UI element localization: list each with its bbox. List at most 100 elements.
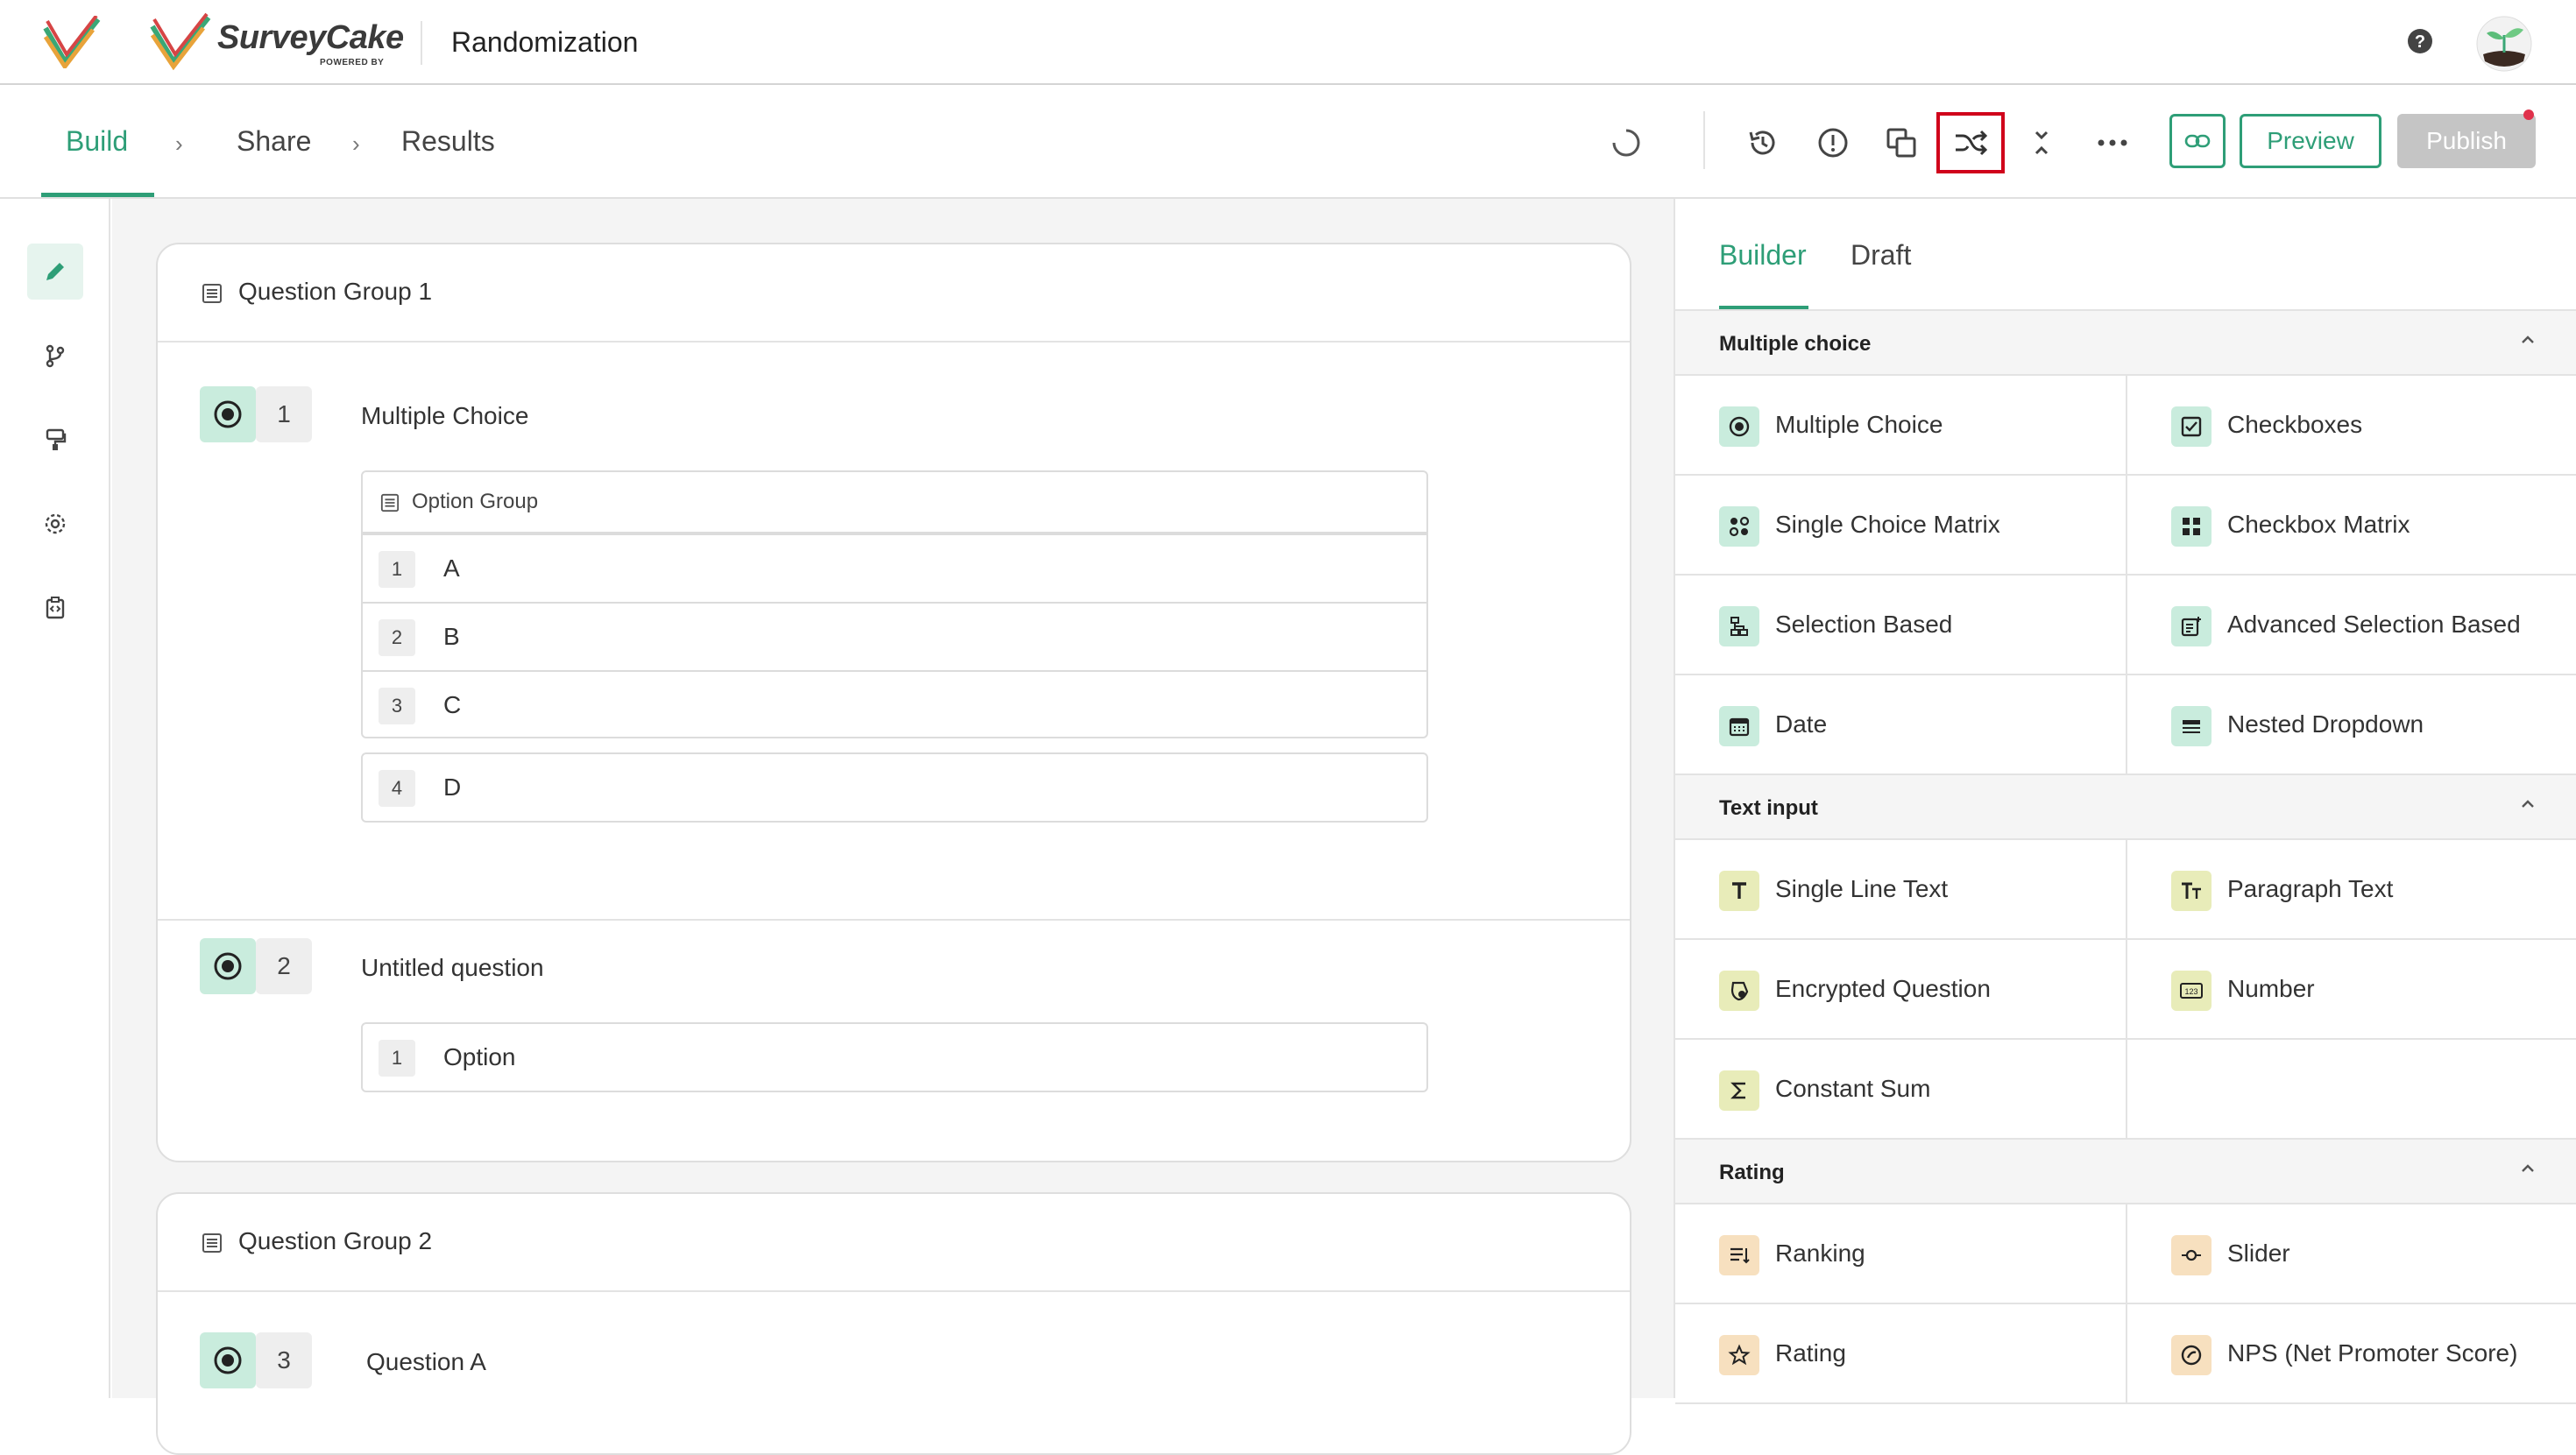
chevron-up-icon[interactable]	[2518, 1159, 2537, 1178]
more-icon[interactable]	[2090, 120, 2135, 166]
slider-icon	[2171, 1235, 2212, 1275]
chevron-up-icon[interactable]	[2518, 795, 2537, 814]
question-title[interactable]: Multiple Choice	[361, 402, 528, 430]
advanced-list-icon	[2171, 606, 2212, 646]
rail-embed[interactable]	[27, 580, 83, 636]
option-text: C	[443, 691, 462, 718]
help-icon[interactable]: ?	[2407, 28, 2433, 54]
question-title[interactable]: Untitled question	[361, 954, 544, 982]
question-type-item[interactable]: Paragraph Text	[2126, 840, 2576, 940]
question-type-label: Ranking	[1775, 1240, 1865, 1267]
pencil-icon	[46, 263, 64, 280]
radio-type-icon	[200, 386, 256, 442]
question-type-label: Checkbox Matrix	[2227, 511, 2410, 538]
question-type-item[interactable]: Multiple Choice	[1675, 376, 2126, 476]
option-row[interactable]: 1 A	[363, 533, 1426, 602]
chevron-right-icon: ›	[352, 131, 360, 157]
question-type-label: Selection Based	[1775, 611, 1953, 638]
option-box[interactable]: 1 Option	[361, 1022, 1428, 1092]
rail-edit[interactable]	[27, 244, 83, 300]
collapse-icon[interactable]	[2019, 120, 2064, 166]
surveycake-logo-icon[interactable]	[42, 16, 102, 68]
top-header: SurveyCake POWERED BY Randomization ?	[0, 0, 2576, 85]
question-group-header[interactable]: Question Group 1	[158, 244, 1630, 343]
question-title[interactable]: Question A	[366, 1348, 486, 1376]
question-type-item[interactable]: Encrypted Question	[1675, 940, 2126, 1040]
question-type-item[interactable]: Single Line Text	[1675, 840, 2126, 940]
sigma-icon	[1719, 1070, 1759, 1111]
notification-dot	[2523, 109, 2534, 120]
step-share[interactable]: Share	[237, 125, 311, 158]
question-type-item[interactable]: Nested Dropdown	[2126, 675, 2576, 775]
alert-icon[interactable]	[1810, 120, 1856, 166]
question-divider	[158, 919, 1630, 921]
question-type-label: Number	[2227, 975, 2315, 1002]
chevron-up-icon[interactable]	[2518, 330, 2537, 350]
question-type-label: Checkboxes	[2227, 411, 2363, 438]
section-multiple-choice[interactable]: Multiple choice	[1675, 309, 2576, 376]
step-results[interactable]: Results	[401, 125, 495, 158]
brand-name: SurveyCake	[217, 19, 404, 56]
left-rail	[0, 199, 110, 1398]
question-type-item[interactable]: Constant Sum	[1675, 1040, 2126, 1140]
rail-logic[interactable]	[27, 328, 83, 384]
question-type-label: Date	[1775, 710, 1828, 738]
option-group-box[interactable]: Option Group 1 A 2 B 3 C	[361, 470, 1428, 738]
question-group-header[interactable]: Question Group 2	[158, 1194, 1630, 1292]
branch-icon	[46, 344, 65, 368]
publish-button[interactable]: Publish	[2397, 114, 2536, 168]
lock-shield-icon	[1719, 971, 1759, 1011]
step-build[interactable]: Build	[66, 125, 128, 158]
option-group-header: Option Group	[363, 472, 1426, 533]
shuffle-icon[interactable]	[1948, 120, 1993, 166]
question-type-item[interactable]: Checkbox Matrix	[2126, 476, 2576, 576]
option-number: 1	[379, 1040, 415, 1077]
question-type-item[interactable]: Slider	[2126, 1204, 2576, 1304]
question-type-item[interactable]: NPS (Net Promoter Score)	[2126, 1304, 2576, 1404]
tab-builder[interactable]: Builder	[1719, 239, 1807, 272]
question-type-item[interactable]: Checkboxes	[2126, 376, 2576, 476]
question-group-card[interactable]: Question Group 2 3 Question A	[156, 1192, 1631, 1455]
option-group-icon	[380, 493, 400, 512]
tab-draft[interactable]: Draft	[1851, 239, 1911, 272]
option-row[interactable]: 2 B	[363, 602, 1426, 670]
paint-roller-icon	[46, 428, 67, 450]
toolbar-divider	[1703, 111, 1705, 169]
question-type-item[interactable]: Rating	[1675, 1304, 2126, 1404]
question-group-title: Question Group 1	[238, 278, 433, 305]
history-icon[interactable]	[1740, 120, 1786, 166]
section-text-input[interactable]: Text input	[1675, 773, 2576, 840]
question-type-label: NPS (Net Promoter Score)	[2227, 1339, 2518, 1367]
rail-theme[interactable]	[27, 412, 83, 468]
question-type-label: Multiple Choice	[1775, 411, 1943, 438]
question-type-item[interactable]: Single Choice Matrix	[1675, 476, 2126, 576]
option-box[interactable]: 4 D	[361, 752, 1428, 823]
copy-link-button[interactable]	[2169, 114, 2226, 168]
question-type-item[interactable]: Selection Based	[1675, 576, 2126, 675]
option-row[interactable]: 4 D	[363, 754, 1426, 823]
question-type-item[interactable]: Advanced Selection Based	[2126, 576, 2576, 675]
code-clipboard-icon	[46, 597, 65, 619]
rail-settings[interactable]	[27, 496, 83, 552]
question-type-item[interactable]: Date	[1675, 675, 2126, 775]
option-number: 3	[379, 688, 415, 724]
number-123-icon: 123	[2171, 971, 2212, 1011]
nps-gauge-icon	[2171, 1335, 2212, 1375]
question-type-item[interactable]: 123 Number	[2126, 940, 2576, 1040]
question-number: 3	[256, 1332, 312, 1388]
section-rating[interactable]: Rating	[1675, 1138, 2576, 1204]
question-type-item[interactable]: Ranking	[1675, 1204, 2126, 1304]
option-row[interactable]: 3 C	[363, 670, 1426, 738]
question-number: 2	[256, 938, 312, 994]
duplicate-icon[interactable]	[1879, 120, 1924, 166]
avatar[interactable]	[2476, 16, 2532, 72]
preview-button[interactable]: Preview	[2240, 114, 2381, 168]
option-number: 2	[379, 619, 415, 656]
paragraph-text-icon	[2171, 871, 2212, 911]
option-number: 1	[379, 551, 415, 588]
option-row[interactable]: 1 Option	[363, 1024, 1426, 1092]
calendar-icon	[1719, 706, 1759, 746]
question-type-label: Slider	[2227, 1240, 2290, 1267]
survey-canvas: Question Group 1 1 Multiple Choice Optio…	[112, 199, 1674, 1455]
question-group-card[interactable]: Question Group 1 1 Multiple Choice Optio…	[156, 243, 1631, 1162]
